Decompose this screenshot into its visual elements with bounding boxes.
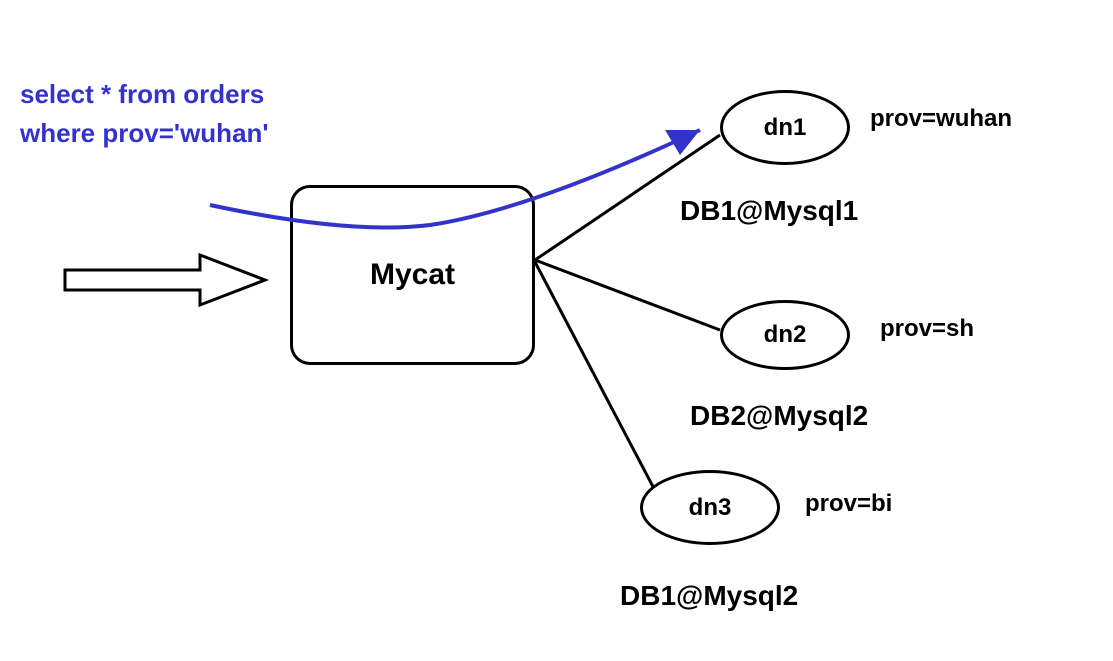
query-line-2: where prov='wuhan' xyxy=(20,114,269,153)
node-dn3-label: dn3 xyxy=(689,494,732,522)
node-dn1-db: DB1@Mysql1 xyxy=(680,195,858,227)
query-line-1: select * from orders xyxy=(20,75,269,114)
node-dn2-label: dn2 xyxy=(764,321,807,349)
node-dn3-prov: prov=bi xyxy=(805,490,892,518)
node-dn1: dn1 xyxy=(720,90,850,165)
sql-query: select * from orders where prov='wuhan' xyxy=(20,75,269,153)
mycat-label: Mycat xyxy=(370,258,455,292)
node-dn1-label: dn1 xyxy=(764,114,807,142)
node-dn2-prov: prov=sh xyxy=(880,315,974,343)
node-dn3-db: DB1@Mysql2 xyxy=(620,580,798,612)
node-dn2: dn2 xyxy=(720,300,850,370)
node-dn1-prov: prov=wuhan xyxy=(870,105,1012,133)
mycat-box: Mycat xyxy=(290,185,535,365)
node-dn3: dn3 xyxy=(640,470,780,545)
input-arrow-icon xyxy=(60,245,270,315)
node-dn2-db: DB2@Mysql2 xyxy=(690,400,868,432)
